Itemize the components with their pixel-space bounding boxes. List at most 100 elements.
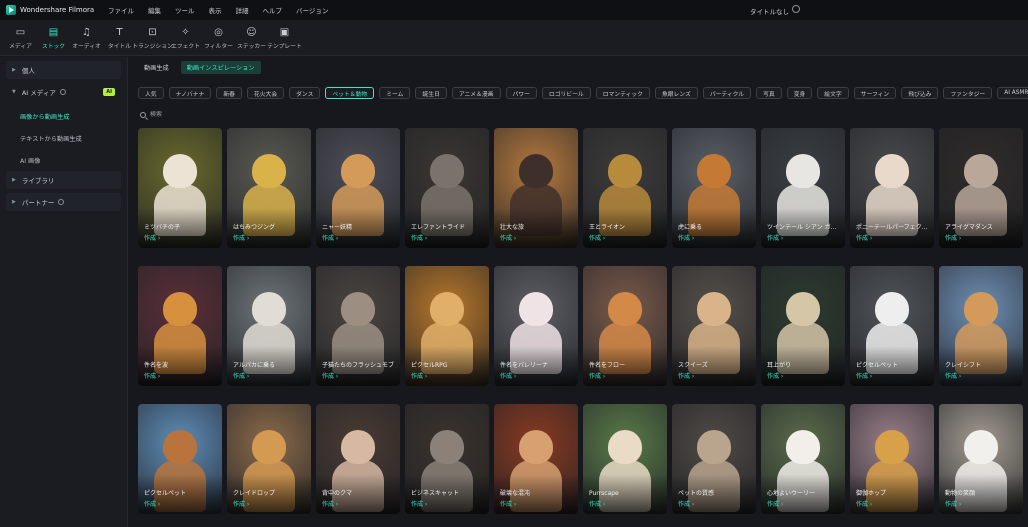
create-button[interactable]: 作成 › xyxy=(322,371,338,380)
template-card[interactable]: クレイシフト 作成 › xyxy=(939,266,1023,386)
category-chip[interactable]: 絵文字 xyxy=(817,87,849,99)
template-card[interactable]: 耳上がり 作成 › xyxy=(761,266,845,386)
sidebar-sub-image-to-video[interactable]: 画像から動画生成 xyxy=(6,105,121,127)
category-chip[interactable]: 飛び込み xyxy=(901,87,939,99)
create-button[interactable]: 作成 › xyxy=(500,371,516,380)
create-button[interactable]: 作成 › xyxy=(500,499,516,508)
toolbar-tab-effect[interactable]: ✧ エフェクト xyxy=(169,20,202,56)
category-chip[interactable]: 変身 xyxy=(786,87,813,99)
toolbar-tab-sticker[interactable]: ☺ ステッカー xyxy=(235,20,268,56)
menu-tools[interactable]: ツール xyxy=(175,5,195,15)
template-card[interactable]: ペットの質感 作成 › xyxy=(672,404,756,514)
create-button[interactable]: 作成 › xyxy=(589,233,605,242)
create-button[interactable]: 作成 › xyxy=(678,499,694,508)
template-card[interactable]: ニャー妖精 作成 › xyxy=(316,128,400,248)
template-card[interactable]: 心地よいウーリー 作成 › xyxy=(761,404,845,514)
sidebar-sub-text-to-video[interactable]: テキストから動画生成 xyxy=(6,127,121,149)
create-button[interactable]: 作成 › xyxy=(767,233,783,242)
template-card[interactable]: スクイーズ 作成 › xyxy=(672,266,756,386)
sidebar-item-ai-media[interactable]: ▼ AI メディア AI xyxy=(6,83,121,101)
menu-file[interactable]: ファイル xyxy=(108,5,134,15)
template-card[interactable]: Purrscape 作成 › xyxy=(583,404,667,514)
create-button[interactable]: 作成 › xyxy=(144,233,160,242)
template-card[interactable]: アルパカに乗る 作成 › xyxy=(227,266,311,386)
create-button[interactable]: 作成 › xyxy=(856,499,872,508)
toolbar-tab-stock[interactable]: ▤ ストック xyxy=(37,20,70,56)
category-chip[interactable]: 花火大会 xyxy=(246,87,285,99)
category-chip[interactable]: 写真 xyxy=(756,87,782,99)
category-chip[interactable]: サーフィン xyxy=(853,87,897,99)
create-button[interactable]: 作成 › xyxy=(322,233,338,242)
category-chip[interactable]: ナノバナナ xyxy=(168,87,212,99)
save-status-icon[interactable] xyxy=(792,5,800,13)
template-card[interactable]: 背中のクマ 作成 › xyxy=(316,404,400,514)
menu-advanced[interactable]: 詳細 xyxy=(236,5,249,15)
template-card[interactable]: ピクセルペット 作成 › xyxy=(138,404,222,514)
sidebar-item-library[interactable]: ▶ ライブラリ xyxy=(6,171,121,189)
toolbar-tab-music-note[interactable]: ♫ オーディオ xyxy=(70,20,103,56)
template-card[interactable]: 破壊な混沌 作成 › xyxy=(494,404,578,514)
toolbar-tab-media[interactable]: ▭ メディア xyxy=(4,20,37,56)
toolbar-tab-title-t[interactable]: T タイトル xyxy=(103,20,136,56)
create-button[interactable]: 作成 › xyxy=(678,233,694,242)
create-button[interactable]: 作成 › xyxy=(233,499,249,508)
template-card[interactable]: 件名をバレリーナ 作成 › xyxy=(494,266,578,386)
template-card[interactable]: ピクセルRPG 作成 › xyxy=(405,266,489,386)
category-chip[interactable]: 誕生日 xyxy=(415,87,447,99)
create-button[interactable]: 作成 › xyxy=(411,499,427,508)
category-chip[interactable]: 魚眼レンズ xyxy=(654,87,698,99)
create-button[interactable]: 作成 › xyxy=(945,371,961,380)
category-chip[interactable]: アニメ＆漫画 xyxy=(451,87,501,99)
create-button[interactable]: 作成 › xyxy=(589,371,605,380)
category-chip[interactable]: 人気 xyxy=(138,87,164,99)
create-button[interactable]: 作成 › xyxy=(945,499,961,508)
create-button[interactable]: 作成 › xyxy=(945,233,961,242)
create-button[interactable]: 作成 › xyxy=(411,233,427,242)
template-card[interactable]: ビジネスキャット 作成 › xyxy=(405,404,489,514)
info-icon[interactable] xyxy=(59,89,66,95)
create-button[interactable]: 作成 › xyxy=(144,499,160,508)
category-chip[interactable]: ロゴリビール xyxy=(541,87,591,99)
toolbar-tab-template[interactable]: ▣ テンプレート xyxy=(267,20,302,56)
template-card[interactable]: はちみつジング 作成 › xyxy=(227,128,311,248)
template-card[interactable]: ポニーテールパーフェク… 作成 › xyxy=(850,128,934,248)
sidebar-item-partner[interactable]: ▶ パートナー xyxy=(6,193,121,211)
create-button[interactable]: 作成 › xyxy=(767,499,783,508)
template-card[interactable]: エレファントライド 作成 › xyxy=(405,128,489,248)
category-chip[interactable]: ミーム xyxy=(379,87,411,99)
search-input[interactable] xyxy=(150,111,350,118)
template-card[interactable]: 動物の笑顔 作成 › xyxy=(939,404,1023,514)
template-card[interactable]: ピクセルペット 作成 › xyxy=(850,266,934,386)
template-card[interactable]: ミツバチの子 作成 › xyxy=(138,128,222,248)
template-card[interactable]: 子猫たちのフラッシュモブ 作成 › xyxy=(316,266,400,386)
create-button[interactable]: 作成 › xyxy=(856,233,872,242)
create-button[interactable]: 作成 › xyxy=(589,499,605,508)
template-card[interactable]: 御伽ホップ 作成 › xyxy=(850,404,934,514)
create-button[interactable]: 作成 › xyxy=(233,371,249,380)
tab-video-inspiration[interactable]: 動画インスピレーション xyxy=(180,61,261,74)
toolbar-tab-transition[interactable]: ⊡ トランジション xyxy=(132,20,173,56)
category-chip[interactable]: 新春 xyxy=(216,87,242,99)
template-card[interactable]: アライグマダンス 作成 › xyxy=(939,128,1023,248)
category-chip[interactable]: ロマンティック xyxy=(595,87,650,99)
create-button[interactable]: 作成 › xyxy=(233,233,249,242)
template-card[interactable]: 件名を波 作成 › xyxy=(138,266,222,386)
category-chip[interactable]: ダンス xyxy=(289,87,321,99)
category-chip[interactable]: ファンタジー xyxy=(943,87,993,99)
category-chip[interactable]: AI ASMR xyxy=(997,87,1028,99)
template-card[interactable]: 虎に乗る 作成 › xyxy=(672,128,756,248)
create-button[interactable]: 作成 › xyxy=(322,499,338,508)
template-card[interactable]: ツインテール シアン ガ… 作成 › xyxy=(761,128,845,248)
create-button[interactable]: 作成 › xyxy=(500,233,516,242)
menu-help[interactable]: ヘルプ xyxy=(263,5,283,15)
sidebar-sub-ai-image[interactable]: AI 画像 xyxy=(6,149,121,171)
create-button[interactable]: 作成 › xyxy=(144,371,160,380)
template-card[interactable]: 王とライオン 作成 › xyxy=(583,128,667,248)
tab-video-generation[interactable]: 動画生成 xyxy=(138,61,175,74)
create-button[interactable]: 作成 › xyxy=(767,371,783,380)
info-icon[interactable] xyxy=(58,199,65,205)
menu-version[interactable]: バージョン xyxy=(296,5,328,15)
template-card[interactable]: 壮大な旅 作成 › xyxy=(494,128,578,248)
template-card[interactable]: クレイドロップ 作成 › xyxy=(227,404,311,514)
menu-view[interactable]: 表示 xyxy=(209,5,222,15)
